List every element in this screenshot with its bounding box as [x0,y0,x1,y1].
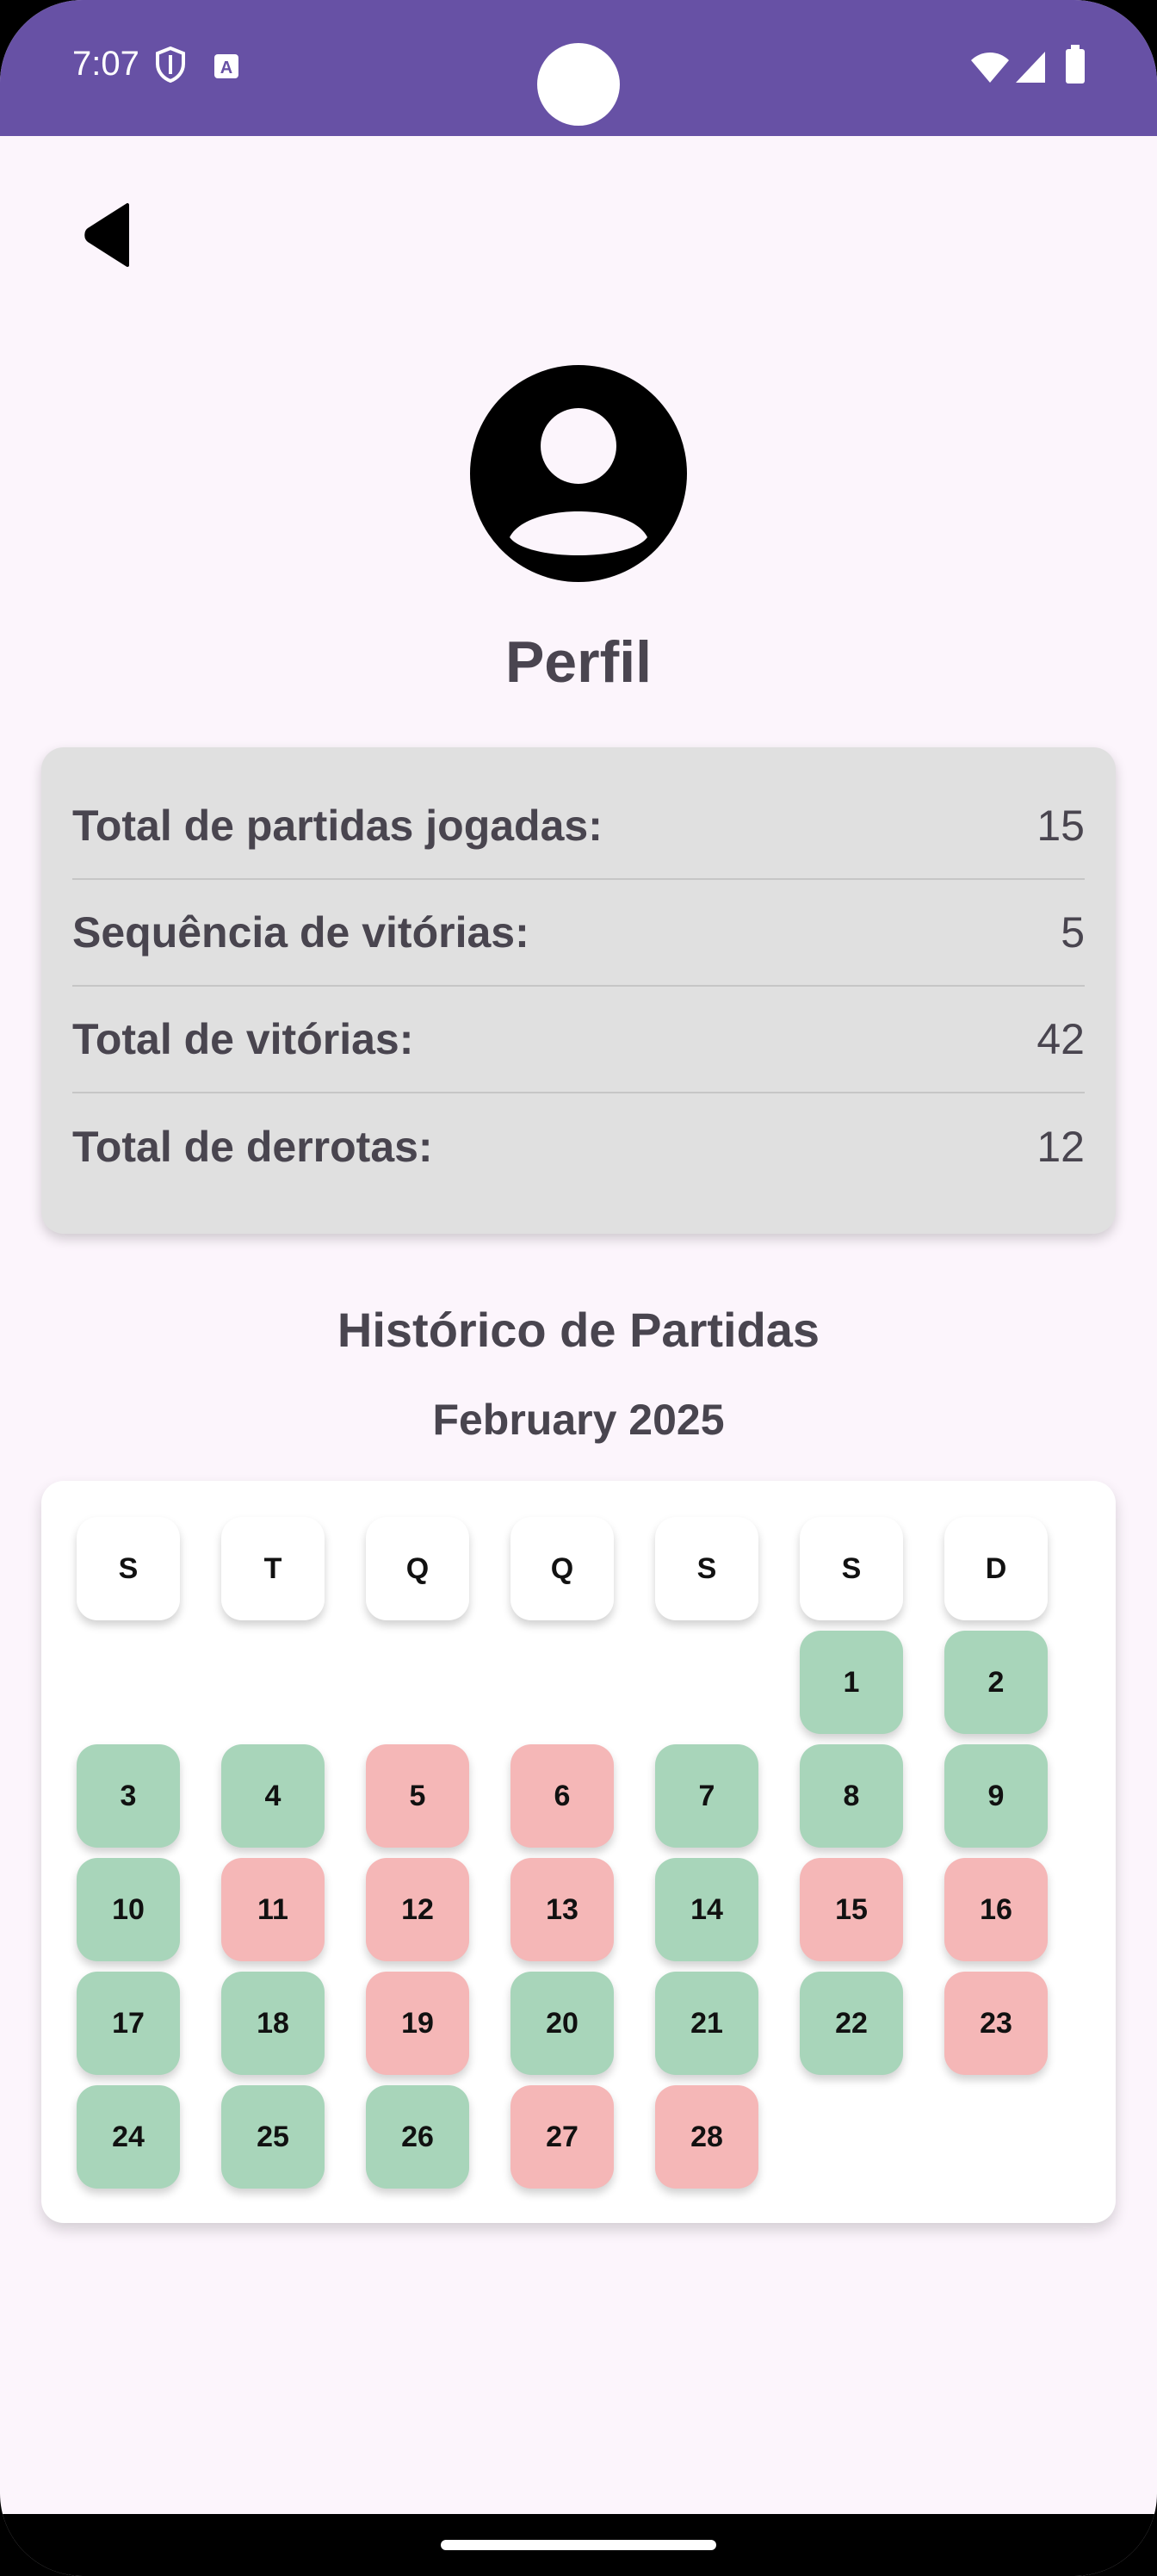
stats-card: Total de partidas jogadas: 15 Sequência … [41,747,1116,1234]
shield-icon [155,46,186,87]
stat-row-total-wins: Total de vitórias: 42 [72,987,1085,1093]
history-title: Histórico de Partidas [337,1303,820,1357]
calendar-day-loss[interactable]: 12 [366,1858,469,1961]
stat-label: Sequência de vitórias: [72,908,529,957]
calendar-day-win[interactable]: 24 [77,2085,180,2189]
stat-label: Total de derrotas: [72,1123,433,1171]
translate-icon: A [213,53,239,84]
calendar-day-win[interactable]: 26 [366,2085,469,2189]
match-calendar: S T Q Q S S D 1 2 3 4 5 6 7 8 9 10 11 12 13 14 15 16 17 18 19 20 21… [41,1481,1116,2223]
back-arrow-icon [83,201,131,273]
weekday-header: S [800,1517,903,1620]
calendar-day-win[interactable]: 8 [800,1744,903,1848]
calendar-day-loss[interactable]: 19 [366,1972,469,2075]
battery-icon [1064,45,1086,89]
signal-icon [1014,50,1047,89]
back-button[interactable] [72,198,141,276]
calendar-day-win[interactable]: 17 [77,1972,180,2075]
weekday-header: S [77,1517,180,1620]
weekday-header: T [221,1517,325,1620]
calendar-day-loss[interactable]: 13 [510,1858,614,1961]
svg-text:A: A [220,59,232,77]
stat-row-win-streak: Sequência de vitórias: 5 [72,880,1085,987]
calendar-day-win[interactable]: 3 [77,1744,180,1848]
page-title: Perfil [504,629,653,695]
stat-label: Total de partidas jogadas: [72,802,603,850]
stat-value: 42 [1036,1015,1085,1063]
wifi-icon [969,50,1011,89]
home-indicator[interactable] [441,2540,716,2550]
calendar-day-loss[interactable]: 28 [655,2085,758,2189]
stat-row-total-matches: Total de partidas jogadas: 15 [72,773,1085,880]
stat-value: 12 [1036,1123,1085,1171]
calendar-day-win[interactable]: 7 [655,1744,758,1848]
status-time: 7:07 [72,45,139,83]
camera-cutout [537,43,620,126]
calendar-day-loss[interactable]: 16 [944,1858,1048,1961]
calendar-day-win[interactable]: 4 [221,1744,325,1848]
calendar-day-loss[interactable]: 23 [944,1972,1048,2075]
calendar-day-win[interactable]: 21 [655,1972,758,2075]
calendar-day-win[interactable]: 18 [221,1972,325,2075]
calendar-day-win[interactable]: 9 [944,1744,1048,1848]
stat-value: 5 [1061,908,1085,957]
screen: 7:07 A Perfil Total de partidas jogadas:… [0,0,1157,2576]
calendar-day-win[interactable]: 22 [800,1972,903,2075]
weekday-header: Q [510,1517,614,1620]
calendar-day-loss[interactable]: 6 [510,1744,614,1848]
calendar-day-win[interactable]: 10 [77,1858,180,1961]
calendar-month: February 2025 [432,1396,725,1444]
calendar-day-loss[interactable]: 15 [800,1858,903,1961]
stat-row-total-losses: Total de derrotas: 12 [72,1093,1085,1200]
stat-value: 15 [1036,802,1085,850]
calendar-day-win[interactable]: 1 [800,1631,903,1734]
calendar-day-win[interactable]: 2 [944,1631,1048,1734]
stat-label: Total de vitórias: [72,1015,414,1063]
calendar-day-loss[interactable]: 27 [510,2085,614,2189]
calendar-day-win[interactable]: 14 [655,1858,758,1961]
weekday-header: Q [366,1517,469,1620]
calendar-day-win[interactable]: 20 [510,1972,614,2075]
account-circle-icon [470,365,687,582]
weekday-header: D [944,1517,1048,1620]
calendar-day-win[interactable]: 25 [221,2085,325,2189]
weekday-header: S [655,1517,758,1620]
calendar-day-loss[interactable]: 11 [221,1858,325,1961]
calendar-day-loss[interactable]: 5 [366,1744,469,1848]
